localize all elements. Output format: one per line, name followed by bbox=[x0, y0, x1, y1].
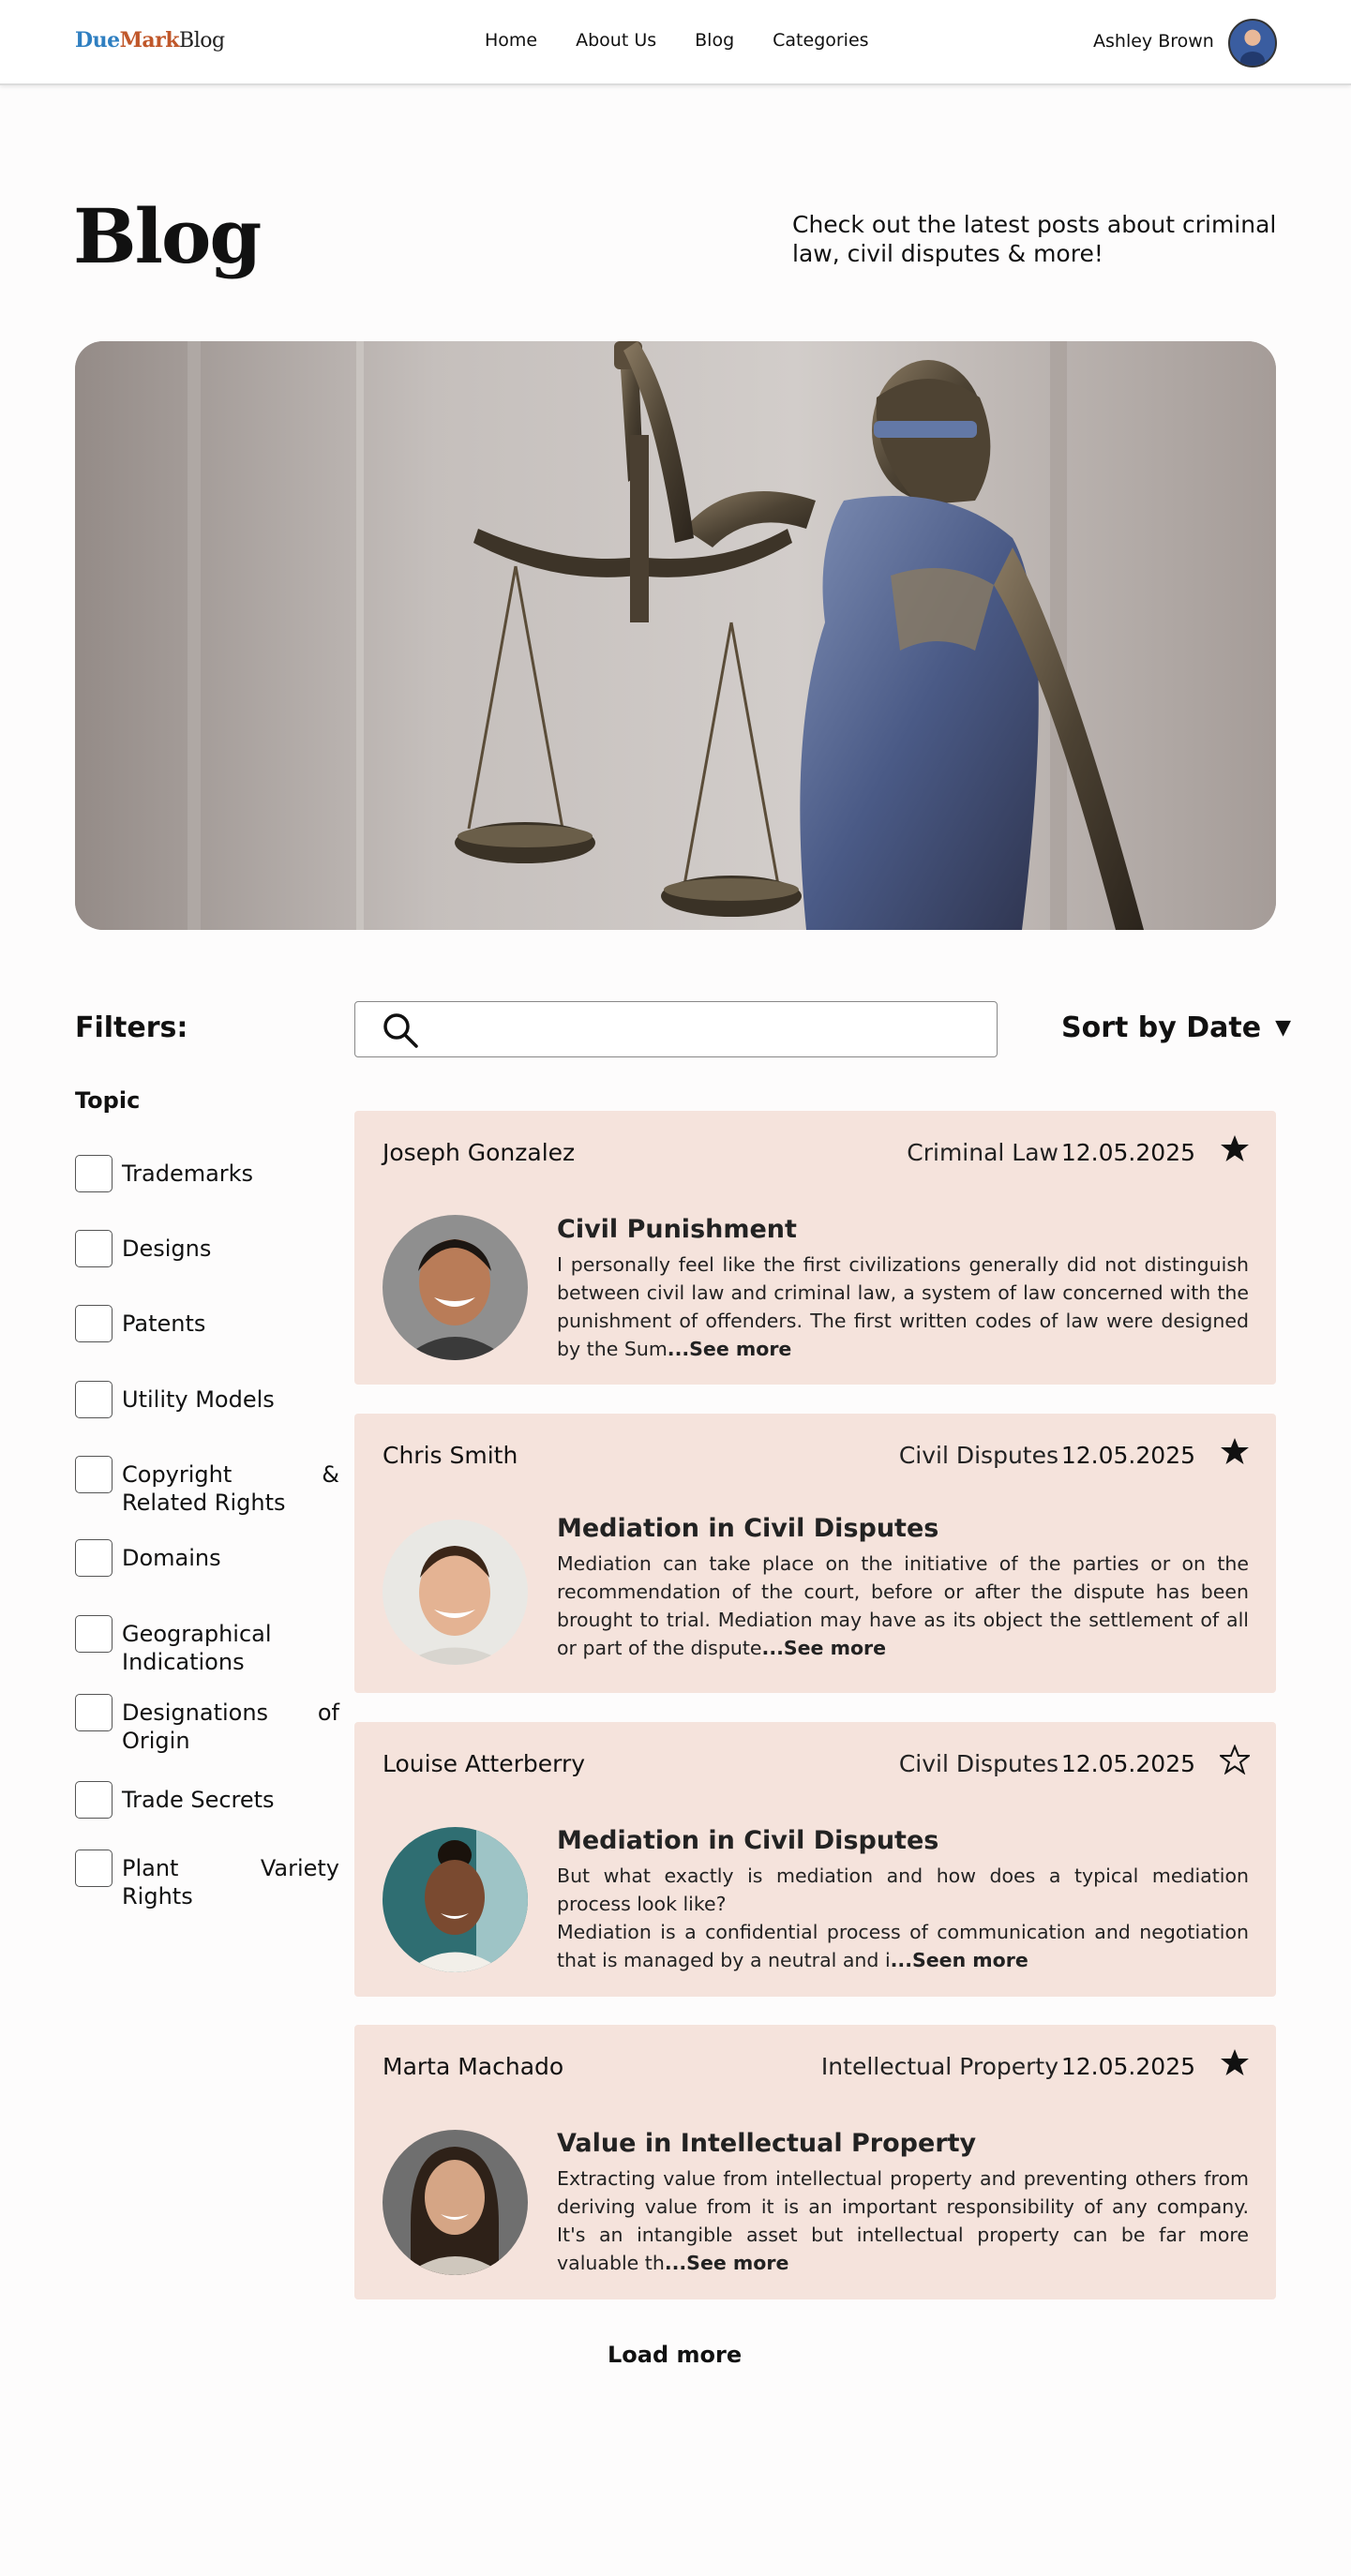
nav-link-blog[interactable]: Blog bbox=[695, 30, 734, 51]
post-excerpt: Mediation can take place on the initiati… bbox=[557, 1550, 1249, 1662]
filter-label: Plant Variety Rights bbox=[122, 1855, 339, 1910]
post-category[interactable]: Intellectual Property bbox=[821, 2053, 1058, 2080]
nav-link-categories[interactable]: Categories bbox=[773, 30, 868, 51]
see-more-link[interactable]: ...See more bbox=[665, 2252, 789, 2274]
filter-label: Copyright & Related Rights bbox=[122, 1461, 339, 1516]
lady-justice-illustration bbox=[75, 341, 1276, 930]
author-photo bbox=[383, 1827, 528, 1972]
post-category[interactable]: Criminal Law bbox=[907, 1139, 1058, 1166]
filter-label: Geographical Indications bbox=[122, 1621, 272, 1675]
user-name[interactable]: Ashley Brown bbox=[1093, 31, 1214, 52]
filter-checkbox[interactable] bbox=[75, 1694, 113, 1731]
post-category[interactable]: Civil Disputes bbox=[899, 1442, 1058, 1469]
load-more-button[interactable]: Load more bbox=[608, 2342, 742, 2368]
post-author: Joseph Gonzalez bbox=[383, 1139, 576, 1166]
see-more-link[interactable]: ...See more bbox=[762, 1637, 887, 1659]
page-tagline: Check out the latest posts about crimina… bbox=[792, 211, 1277, 267]
author-photo bbox=[383, 1215, 528, 1360]
filter-checkbox[interactable] bbox=[75, 1850, 113, 1887]
post-author: Marta Machado bbox=[383, 2053, 564, 2080]
post-date: 12.05.2025 bbox=[1060, 1139, 1195, 1166]
see-more-link[interactable]: ...Seen more bbox=[891, 1949, 1028, 1971]
search-input[interactable] bbox=[430, 1011, 983, 1047]
filter-label: Designs bbox=[122, 1236, 212, 1262]
post-date: 12.05.2025 bbox=[1060, 1750, 1195, 1777]
filter-label: Trademarks bbox=[122, 1161, 254, 1187]
caret-down-icon: ▼ bbox=[1275, 1016, 1292, 1040]
filters-title: Filters: bbox=[75, 1011, 188, 1044]
filter-label: Patents bbox=[122, 1310, 206, 1337]
post-excerpt-text: Mediation can take place on the initiati… bbox=[557, 1552, 1249, 1659]
filter-checkbox[interactable] bbox=[75, 1230, 113, 1267]
site-logo[interactable]: DueMarkBlog bbox=[75, 28, 225, 52]
star-outline-icon[interactable] bbox=[1220, 1745, 1250, 1775]
filter-checkbox[interactable] bbox=[75, 1781, 113, 1819]
filter-checkbox[interactable] bbox=[75, 1305, 113, 1342]
star-filled-icon[interactable] bbox=[1220, 2047, 1250, 2077]
post-card[interactable]: Marta Machado Intellectual Property 12.0… bbox=[354, 2025, 1276, 2299]
author-photo bbox=[383, 1520, 528, 1665]
main-menu: Home About Us Blog Categories bbox=[485, 30, 908, 51]
see-more-link[interactable]: ...See more bbox=[668, 1338, 792, 1360]
topic-title: Topic bbox=[75, 1087, 141, 1114]
top-navbar: DueMarkBlog Home About Us Blog Categorie… bbox=[0, 0, 1351, 85]
filter-patents[interactable]: Patents bbox=[75, 1305, 339, 1342]
filter-copyright-related-rights[interactable]: Copyright & Related Rights bbox=[75, 1456, 339, 1517]
filter-trademarks[interactable]: Trademarks bbox=[75, 1155, 339, 1192]
logo-part-mark: Mark bbox=[119, 28, 180, 52]
hero-image-lady-justice bbox=[75, 341, 1276, 930]
filter-geographical-indications[interactable]: Geographical Indications bbox=[75, 1615, 339, 1676]
filter-checkbox[interactable] bbox=[75, 1456, 113, 1493]
logo-part-due: Due bbox=[75, 28, 120, 52]
post-author: Louise Atterberry bbox=[383, 1750, 586, 1777]
filter-checkbox[interactable] bbox=[75, 1615, 113, 1653]
star-filled-icon[interactable] bbox=[1220, 1436, 1250, 1466]
filter-plant-variety-rights[interactable]: Plant Variety Rights bbox=[75, 1850, 339, 1910]
filter-label: Domains bbox=[122, 1545, 221, 1571]
filter-label: Utility Models bbox=[122, 1386, 275, 1413]
filter-checkbox[interactable] bbox=[75, 1539, 113, 1577]
nav-link-about-us[interactable]: About Us bbox=[576, 30, 656, 51]
filter-checkbox[interactable] bbox=[75, 1381, 113, 1418]
filter-designs[interactable]: Designs bbox=[75, 1230, 339, 1267]
filter-designations-of-origin[interactable]: Designations of Origin bbox=[75, 1694, 339, 1755]
post-excerpt: I personally feel like the first civiliz… bbox=[557, 1251, 1249, 1363]
filter-trade-secrets[interactable]: Trade Secrets bbox=[75, 1781, 339, 1819]
post-card[interactable]: Louise Atterberry Civil Disputes 12.05.2… bbox=[354, 1722, 1276, 1997]
post-excerpt: Extracting value from intellectual prope… bbox=[557, 2164, 1249, 2277]
post-title[interactable]: Civil Punishment bbox=[557, 1215, 797, 1244]
filter-checkbox[interactable] bbox=[75, 1155, 113, 1192]
post-excerpt-text: Extracting value from intellectual prope… bbox=[557, 2167, 1249, 2274]
star-filled-icon[interactable] bbox=[1220, 1133, 1250, 1163]
post-excerpt-text: I personally feel like the first civiliz… bbox=[557, 1253, 1249, 1360]
sort-dropdown[interactable]: Sort by Date ▼ bbox=[1061, 1011, 1291, 1044]
post-date: 12.05.2025 bbox=[1060, 1442, 1195, 1469]
post-excerpt: But what exactly is mediation and how do… bbox=[557, 1862, 1249, 1974]
author-photo bbox=[383, 2130, 528, 2275]
search-icon[interactable] bbox=[382, 1011, 419, 1049]
post-category[interactable]: Civil Disputes bbox=[899, 1750, 1058, 1777]
post-card[interactable]: Joseph Gonzalez Criminal Law 12.05.2025 … bbox=[354, 1111, 1276, 1385]
post-title[interactable]: Mediation in Civil Disputes bbox=[557, 1826, 938, 1855]
page-title: Blog bbox=[73, 192, 262, 280]
filter-utility-models[interactable]: Utility Models bbox=[75, 1381, 339, 1418]
search-box[interactable] bbox=[354, 1001, 998, 1057]
post-title[interactable]: Value in Intellectual Property bbox=[557, 2129, 976, 2158]
post-card[interactable]: Chris Smith Civil Disputes 12.05.2025 Me… bbox=[354, 1414, 1276, 1693]
user-avatar[interactable] bbox=[1228, 19, 1277, 67]
filter-domains[interactable]: Domains bbox=[75, 1539, 339, 1577]
filter-label: Trade Secrets bbox=[122, 1787, 275, 1813]
filter-label: Designations of Origin bbox=[122, 1700, 339, 1754]
nav-link-home[interactable]: Home bbox=[485, 30, 537, 51]
post-title[interactable]: Mediation in Civil Disputes bbox=[557, 1514, 938, 1543]
sort-label: Sort by Date bbox=[1061, 1011, 1262, 1044]
logo-part-blog: Blog bbox=[179, 29, 225, 52]
post-date: 12.05.2025 bbox=[1060, 2053, 1195, 2080]
post-author: Chris Smith bbox=[383, 1442, 518, 1469]
